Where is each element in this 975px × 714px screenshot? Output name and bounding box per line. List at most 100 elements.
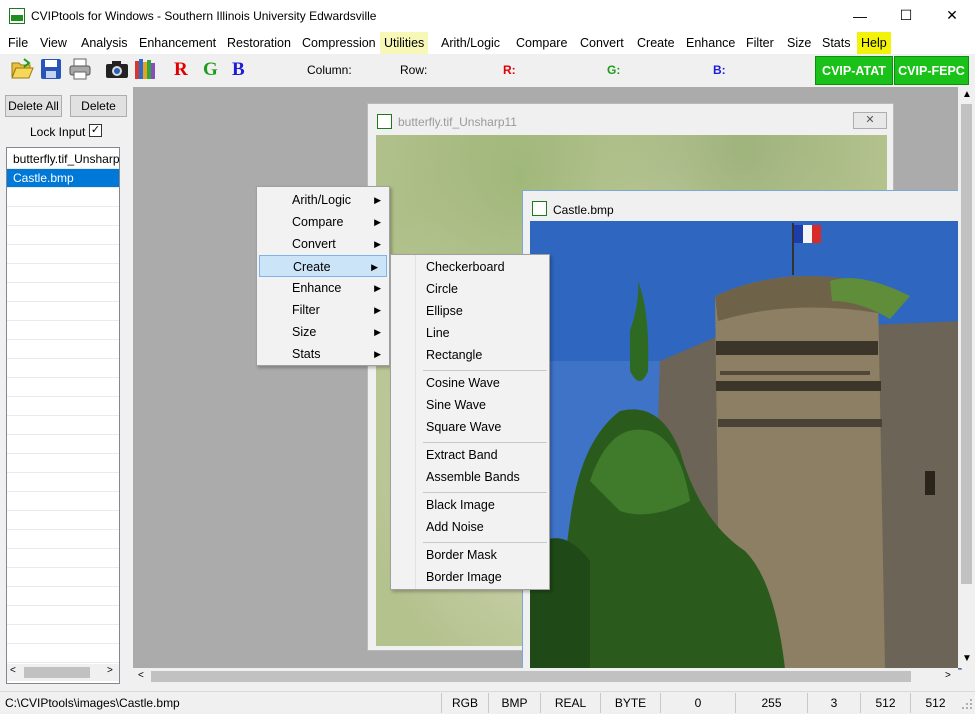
delete-button[interactable]: Delete <box>70 95 127 117</box>
submenu-arrow-icon: ▶ <box>371 262 378 272</box>
save-icon[interactable] <box>39 57 63 81</box>
list-item <box>7 530 119 549</box>
menu-compare[interactable]: Compare <box>512 32 571 54</box>
list-item <box>7 644 119 663</box>
scroll-up-icon[interactable]: ▲ <box>962 89 972 100</box>
green-channel-button[interactable]: G <box>203 59 218 81</box>
list-item <box>7 492 119 511</box>
menu-item-enhance[interactable]: Enhance ▶ <box>257 277 389 299</box>
menu-item-convert[interactable]: Convert ▶ <box>257 233 389 255</box>
menu-filter[interactable]: Filter <box>742 32 778 54</box>
context-menu: Arith/Logic ▶ Compare ▶ Convert ▶ Create ▶ E… <box>256 186 390 366</box>
menu-stats[interactable]: Stats <box>818 32 855 54</box>
list-item-selected[interactable]: Castle.bmp <box>7 169 119 188</box>
menu-enhance[interactable]: Enhance <box>682 32 739 54</box>
camera-icon[interactable] <box>105 57 129 81</box>
window-title-bar[interactable]: Castle.bmp <box>523 191 961 221</box>
scroll-right-icon[interactable]: > <box>945 670 951 681</box>
menu-utilities[interactable]: Utilities <box>380 32 429 54</box>
list-item <box>7 378 119 397</box>
scroll-down-icon[interactable]: ▼ <box>962 653 972 664</box>
menu-item-compare[interactable]: Compare ▶ <box>257 211 389 233</box>
menu-view[interactable]: View <box>36 32 71 54</box>
menu-file[interactable]: File <box>4 32 32 54</box>
close-button[interactable]: ✕ <box>929 0 975 31</box>
list-horizontal-scrollbar[interactable]: < > <box>7 664 119 681</box>
image-list[interactable]: butterfly.tif_Unsharp11 Castle.bmp < > <box>6 147 120 684</box>
menu-create[interactable]: Create <box>633 32 679 54</box>
menu-item-filter[interactable]: Filter ▶ <box>257 299 389 321</box>
lock-input-checkbox[interactable]: ✓ <box>89 124 102 137</box>
scroll-left-icon[interactable]: < <box>10 665 16 676</box>
g-value-label: G: <box>607 63 621 77</box>
cvip-window-icon <box>532 201 547 216</box>
cvip-window-icon <box>377 114 392 129</box>
menu-help[interactable]: Help <box>857 32 891 54</box>
scroll-left-icon[interactable]: < <box>138 670 144 681</box>
menu-item-assemble-bands[interactable]: Assemble Bands <box>391 466 549 488</box>
minimize-button[interactable]: — <box>837 0 883 31</box>
cvip-atat-button[interactable]: CVIP-ATAT <box>815 56 893 85</box>
list-item <box>7 188 119 207</box>
app-logo-icon <box>9 8 25 24</box>
menu-item-sine-wave[interactable]: Sine Wave <box>391 394 549 416</box>
status-width: 512 <box>860 693 910 713</box>
open-folder-icon[interactable] <box>10 57 34 81</box>
menu-restoration[interactable]: Restoration <box>223 32 295 54</box>
workspace-horizontal-scrollbar[interactable]: < > <box>133 668 958 685</box>
menu-item-add-noise[interactable]: Add Noise <box>391 516 549 538</box>
column-label: Column: <box>307 63 352 77</box>
delete-all-button[interactable]: Delete All <box>5 95 62 117</box>
scroll-right-icon[interactable]: > <box>107 665 113 676</box>
menu-size[interactable]: Size <box>783 32 815 54</box>
list-item <box>7 207 119 226</box>
menu-item-border-mask[interactable]: Border Mask <box>391 544 549 566</box>
menu-item-create[interactable]: Create ▶ <box>259 255 387 277</box>
list-scroll-thumb[interactable] <box>24 667 90 678</box>
list-item <box>7 606 119 625</box>
lock-input-label: Lock Input <box>30 125 86 139</box>
image-window-castle[interactable]: Castle.bmp <box>522 190 962 670</box>
menu-item-ellipse[interactable]: Ellipse <box>391 300 549 322</box>
red-channel-button[interactable]: R <box>174 59 188 81</box>
menu-item-size[interactable]: Size ▶ <box>257 321 389 343</box>
maximize-button[interactable]: ☐ <box>883 0 929 31</box>
window-title-bar[interactable]: butterfly.tif_Unsharp11 ✕ <box>368 104 893 134</box>
horizontal-scroll-thumb[interactable] <box>151 671 911 682</box>
menu-compression[interactable]: Compression <box>298 32 380 54</box>
menu-enhancement[interactable]: Enhancement <box>135 32 220 54</box>
window-title: CVIPtools for Windows - Southern Illinoi… <box>31 9 377 23</box>
close-icon[interactable]: ✕ <box>853 112 887 129</box>
list-item <box>7 397 119 416</box>
menu-convert[interactable]: Convert <box>576 32 628 54</box>
window-title: butterfly.tif_Unsharp11 <box>398 115 517 129</box>
menu-item-checkerboard[interactable]: Checkerboard <box>391 256 549 278</box>
menu-item-extract-band[interactable]: Extract Band <box>391 444 549 466</box>
books-icon[interactable] <box>133 57 157 81</box>
menu-item-circle[interactable]: Circle <box>391 278 549 300</box>
menu-item-black-image[interactable]: Black Image <box>391 494 549 516</box>
workspace-vertical-scrollbar[interactable]: ▲ ▼ <box>958 87 975 668</box>
menu-item-border-image[interactable]: Border Image <box>391 566 549 588</box>
menu-item-line[interactable]: Line <box>391 322 549 344</box>
status-file-path: C:\CVIPtools\images\Castle.bmp <box>5 696 180 710</box>
blue-channel-button[interactable]: B <box>232 59 245 81</box>
vertical-scroll-thumb[interactable] <box>961 104 972 584</box>
list-item <box>7 568 119 587</box>
list-item[interactable]: butterfly.tif_Unsharp11 <box>7 150 119 169</box>
menu-bar: File View Analysis Enhancement Restorati… <box>0 32 975 54</box>
menu-item-arith-logic[interactable]: Arith/Logic ▶ <box>257 189 389 211</box>
menu-arith-logic[interactable]: Arith/Logic <box>437 32 504 54</box>
cvip-fepc-button[interactable]: CVIP-FEPC <box>894 56 969 85</box>
print-icon[interactable] <box>68 57 92 81</box>
list-item <box>7 416 119 435</box>
list-item <box>7 359 119 378</box>
resize-grip-icon[interactable] <box>961 698 973 710</box>
menu-item-cosine-wave[interactable]: Cosine Wave <box>391 372 549 394</box>
menu-item-square-wave[interactable]: Square Wave <box>391 416 549 438</box>
menu-separator <box>423 442 547 443</box>
submenu-arrow-icon: ▶ <box>374 305 381 315</box>
menu-analysis[interactable]: Analysis <box>77 32 132 54</box>
menu-item-rectangle[interactable]: Rectangle <box>391 344 549 366</box>
menu-item-stats[interactable]: Stats ▶ <box>257 343 389 365</box>
